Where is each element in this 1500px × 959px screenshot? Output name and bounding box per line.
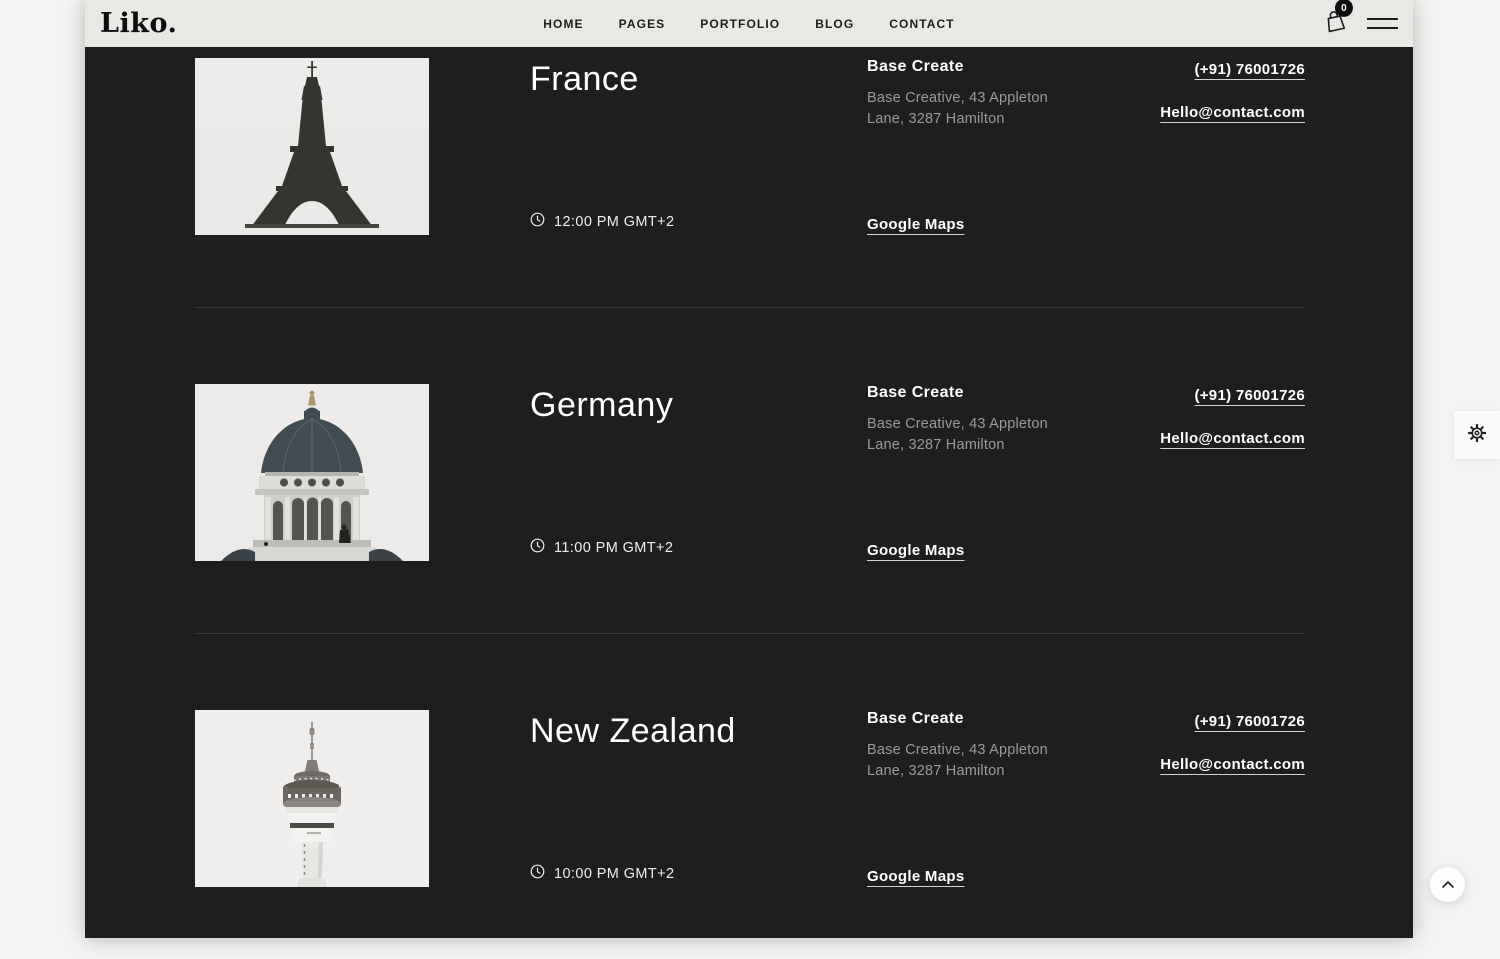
clock-icon: [530, 864, 545, 883]
settings-button[interactable]: [1454, 411, 1500, 459]
location-info: Base Create Base Creative, 43 Appleton L…: [827, 384, 1067, 561]
header-actions: 0: [1326, 10, 1398, 37]
main-panel: Liko. HOME PAGES PORTFOLIO BLOG CONTACT …: [85, 0, 1413, 938]
phone-link[interactable]: (+91) 76001726: [1194, 61, 1305, 78]
locations-list: France 12:00 PM GMT+2 Base Create Base: [85, 47, 1413, 959]
location-row-new-zealand: New Zealand 10:00 PM GMT+2 Base Create: [195, 634, 1305, 959]
company-address: Base Creative, 43 Appleton Lane, 3287 Ha…: [867, 88, 1067, 130]
country-title: Germany: [530, 386, 827, 425]
main-nav: HOME PAGES PORTFOLIO BLOG CONTACT: [543, 17, 954, 31]
nav-item-blog[interactable]: BLOG: [815, 17, 854, 31]
location-main: New Zealand 10:00 PM GMT+2: [429, 710, 827, 887]
cathedral-dome-photo: [195, 384, 429, 561]
clock-icon: [530, 212, 545, 231]
gear-icon: [1466, 422, 1488, 449]
scroll-to-top-button[interactable]: [1430, 867, 1465, 902]
location-contacts: (+91) 76001726 Hello@contact.com: [1067, 384, 1305, 561]
cart-button[interactable]: 0: [1323, 8, 1347, 38]
location-info: Base Create Base Creative, 43 Appleton L…: [827, 710, 1067, 887]
hamburger-menu-icon[interactable]: [1367, 18, 1398, 29]
nav-item-contact[interactable]: CONTACT: [889, 17, 954, 31]
phone-link[interactable]: (+91) 76001726: [1194, 713, 1305, 730]
clock-icon: [530, 538, 545, 557]
company-name: Base Create: [867, 384, 1067, 402]
nav-item-pages[interactable]: PAGES: [619, 17, 666, 31]
location-row-germany: Germany 11:00 PM GMT+2 Base Create Bas: [195, 308, 1305, 633]
location-row-france: France 12:00 PM GMT+2 Base Create Base: [195, 47, 1305, 307]
company-name: Base Create: [867, 710, 1067, 728]
site-header: Liko. HOME PAGES PORTFOLIO BLOG CONTACT …: [85, 0, 1413, 47]
country-title: France: [530, 60, 827, 99]
location-main: Germany 11:00 PM GMT+2: [429, 384, 827, 561]
nav-item-portfolio[interactable]: PORTFOLIO: [700, 17, 780, 31]
location-main: France 12:00 PM GMT+2: [429, 58, 827, 235]
google-maps-link[interactable]: Google Maps: [867, 542, 1067, 559]
eiffel-tower-photo: [195, 58, 429, 235]
company-address: Base Creative, 43 Appleton Lane, 3287 Ha…: [867, 740, 1067, 782]
local-time: 12:00 PM GMT+2: [530, 212, 827, 231]
local-time-text: 10:00 PM GMT+2: [554, 866, 674, 882]
company-name: Base Create: [867, 58, 1067, 76]
email-link[interactable]: Hello@contact.com: [1160, 756, 1305, 773]
site-logo[interactable]: Liko.: [100, 10, 177, 37]
nav-item-home[interactable]: HOME: [543, 17, 583, 31]
sky-tower-photo: [195, 710, 429, 887]
google-maps-link[interactable]: Google Maps: [867, 868, 1067, 885]
location-contacts: (+91) 76001726 Hello@contact.com: [1067, 710, 1305, 887]
local-time-text: 11:00 PM GMT+2: [554, 540, 673, 556]
company-address: Base Creative, 43 Appleton Lane, 3287 Ha…: [867, 414, 1067, 456]
chevron-up-icon: [1441, 876, 1455, 894]
google-maps-link[interactable]: Google Maps: [867, 216, 1067, 233]
local-time-text: 12:00 PM GMT+2: [554, 214, 674, 230]
email-link[interactable]: Hello@contact.com: [1160, 430, 1305, 447]
country-title: New Zealand: [530, 712, 827, 751]
local-time: 11:00 PM GMT+2: [530, 538, 827, 557]
phone-link[interactable]: (+91) 76001726: [1194, 387, 1305, 404]
local-time: 10:00 PM GMT+2: [530, 864, 827, 883]
location-info: Base Create Base Creative, 43 Appleton L…: [827, 58, 1067, 235]
shopping-bag-icon: [1325, 17, 1347, 38]
location-contacts: (+91) 76001726 Hello@contact.com: [1067, 58, 1305, 235]
cart-count-badge: 0: [1335, 0, 1353, 17]
email-link[interactable]: Hello@contact.com: [1160, 104, 1305, 121]
